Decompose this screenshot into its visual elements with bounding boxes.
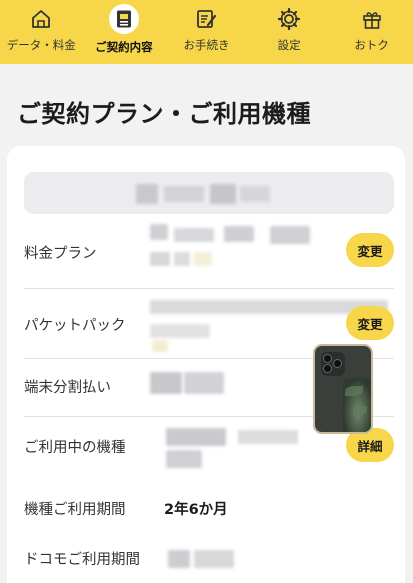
tab-label: おトク — [354, 38, 389, 52]
tab-label: データ・料金 — [6, 38, 76, 52]
redacted-block — [210, 184, 236, 204]
device-image — [313, 344, 373, 434]
docomo-period-label: ドコモご利用期間 — [24, 552, 140, 568]
phone-number-box — [24, 172, 394, 214]
redacted-block — [150, 372, 182, 394]
tab-procedures[interactable]: お手続き — [165, 0, 248, 64]
document-icon — [108, 4, 139, 34]
redacted-block — [174, 252, 190, 266]
packet-label: パケットパック — [24, 318, 126, 334]
redacted-block — [184, 372, 224, 394]
edit-icon — [193, 6, 219, 32]
device-label: ご利用中の機種 — [24, 440, 126, 456]
redacted-block — [194, 252, 212, 266]
top-tab-bar: データ・料金 ご契約内容 お手続き 設定 おトク — [0, 0, 413, 64]
tab-label: お手続き — [183, 38, 230, 52]
redacted-block — [174, 228, 214, 242]
installment-label: 端末分割払い — [24, 380, 111, 396]
tab-label: ご契約内容 — [95, 40, 153, 54]
device-period-row: 機種ご利用期間 2年6か月 — [24, 486, 394, 526]
tab-label: 設定 — [277, 38, 301, 52]
packet-change-button[interactable]: 変更 — [346, 306, 394, 340]
plan-change-button[interactable]: 変更 — [346, 233, 394, 267]
redacted-block — [270, 226, 310, 244]
redacted-block — [150, 252, 170, 266]
redacted-block — [224, 226, 254, 242]
tab-deals[interactable]: おトク — [330, 0, 413, 64]
redacted-block — [168, 550, 190, 568]
gear-icon — [276, 6, 302, 32]
redacted-block — [166, 428, 226, 446]
page-title: ご契約プラン・ご利用機種 — [17, 100, 311, 128]
redacted-block — [240, 186, 270, 202]
device-period-label: 機種ご利用期間 — [24, 502, 126, 518]
redacted-block — [136, 184, 158, 204]
plan-row: 料金プラン 変更 — [24, 218, 394, 289]
redacted-block — [238, 430, 298, 444]
gift-icon — [359, 6, 385, 32]
docomo-period-row: ドコモご利用期間 — [24, 540, 394, 580]
home-icon — [28, 6, 54, 32]
device-period-value: 2年6か月 — [164, 502, 228, 518]
redacted-block — [150, 224, 168, 240]
redacted-block — [152, 340, 168, 352]
redacted-block — [164, 186, 204, 202]
plan-label: 料金プラン — [24, 246, 97, 262]
tab-settings[interactable]: 設定 — [248, 0, 331, 64]
tab-data-fee[interactable]: データ・料金 — [0, 0, 83, 64]
redacted-block — [166, 450, 202, 468]
redacted-block — [150, 324, 210, 338]
redacted-block — [194, 550, 234, 568]
tab-contract[interactable]: ご契約内容 — [83, 0, 166, 64]
